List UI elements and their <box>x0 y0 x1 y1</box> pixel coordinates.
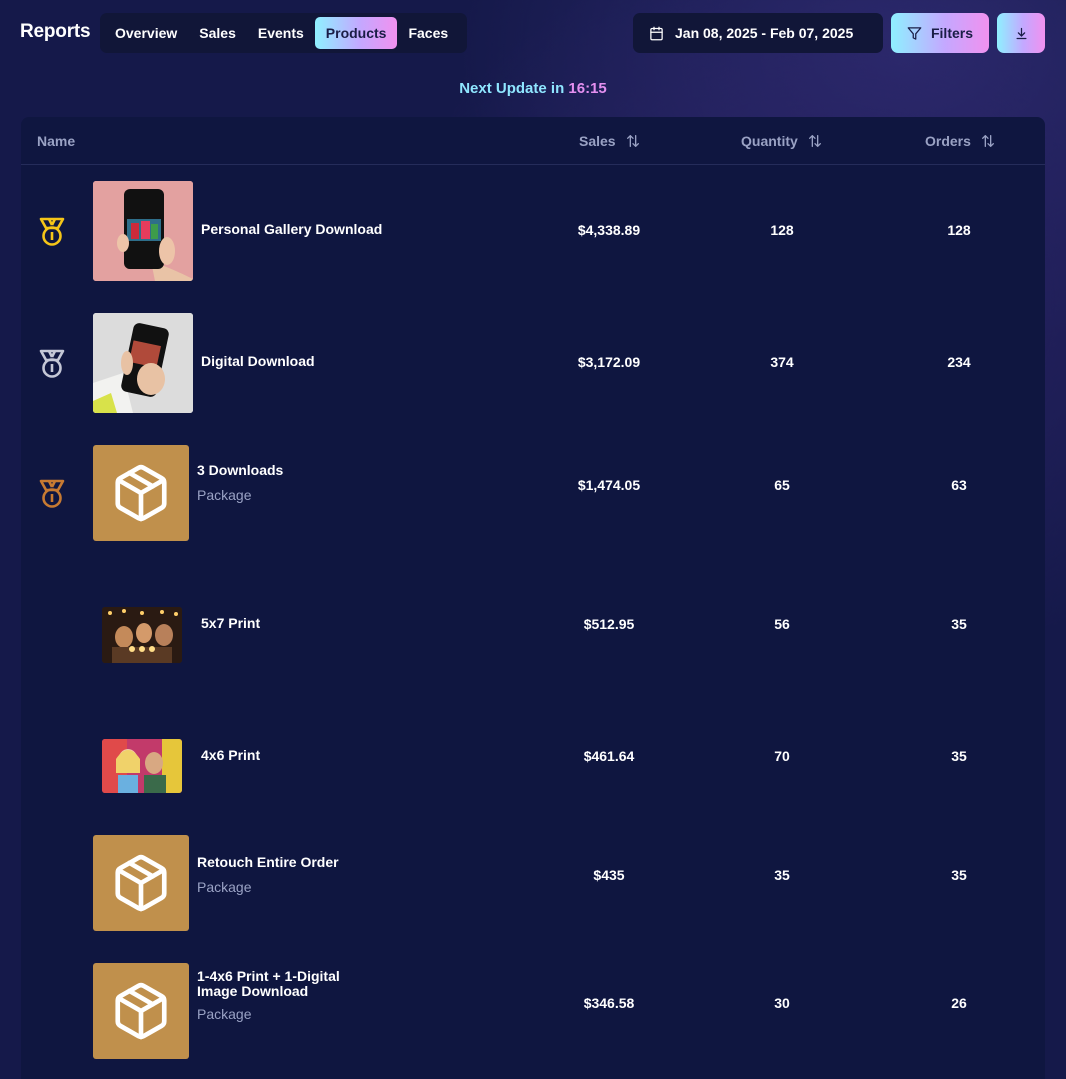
product-name: Retouch Entire Order <box>197 854 339 870</box>
tab-products[interactable]: Products <box>314 17 398 49</box>
tab-events[interactable]: Events <box>247 17 315 49</box>
silver-medal-icon <box>39 349 65 378</box>
product-thumbnail <box>93 181 193 281</box>
date-range-picker[interactable]: Jan 08, 2025 - Feb 07, 2025 <box>633 13 883 53</box>
column-sales[interactable]: Sales <box>579 133 641 149</box>
quantity-value: 374 <box>770 354 794 370</box>
sort-arrows-icon[interactable] <box>980 133 996 149</box>
package-icon <box>115 464 167 522</box>
product-thumbnail <box>93 963 189 1059</box>
page-title: Reports <box>20 21 91 42</box>
column-name-label: Name <box>37 133 76 149</box>
orders-value: 128 <box>947 222 971 238</box>
next-update-time: 16:15 <box>568 80 607 97</box>
product-thumbnail <box>93 313 193 413</box>
table-row[interactable]: 3 Downloads Package $1,474.05 65 63 <box>21 429 1045 559</box>
product-thumbnail <box>93 835 189 931</box>
product-name: Digital Download <box>201 353 315 369</box>
top-bar: Reports Overview Sales Events Products F… <box>0 0 1066 66</box>
table-row[interactable]: Digital Download $3,172.09 374 234 <box>21 297 1045 429</box>
filter-icon <box>907 26 922 40</box>
column-orders-label: Orders <box>925 133 971 149</box>
bronze-medal-icon <box>39 479 65 508</box>
table-row[interactable]: Personal Gallery Download $4,338.89 128 … <box>21 165 1045 297</box>
column-name: Name <box>37 133 75 149</box>
sort-arrows-icon[interactable] <box>807 133 823 149</box>
quantity-value: 65 <box>774 477 790 493</box>
filters-label: Filters <box>930 25 973 41</box>
product-thumbnail <box>93 445 189 541</box>
sales-value: $1,474.05 <box>577 477 641 493</box>
orders-value: 63 <box>951 477 967 493</box>
product-name: 3 Downloads <box>197 462 284 478</box>
sales-value: $461.64 <box>583 748 635 764</box>
tab-sales[interactable]: Sales <box>188 17 247 49</box>
quantity-value: 35 <box>774 867 790 883</box>
next-update-banner: Next Update in 16:15 <box>0 80 1066 97</box>
gold-medal-icon <box>39 217 65 246</box>
tab-faces[interactable]: Faces <box>397 17 459 49</box>
column-orders[interactable]: Orders <box>925 133 996 149</box>
quantity-value: 30 <box>774 995 790 1011</box>
filters-button[interactable]: Filters <box>891 13 989 53</box>
table-row[interactable]: 4x6 Print $461.64 70 35 <box>21 691 1045 821</box>
table-row[interactable]: Retouch Entire Order Package $435 35 35 <box>21 821 1045 949</box>
products-table: Name Sales Quantity Orders Personal Gall… <box>21 117 1045 1079</box>
orders-value: 26 <box>951 995 967 1011</box>
tab-overview[interactable]: Overview <box>104 17 188 49</box>
product-name: Personal Gallery Download <box>201 221 383 237</box>
orders-value: 35 <box>951 867 967 883</box>
report-tabs: Overview Sales Events Products Faces <box>100 13 467 53</box>
calendar-icon <box>650 26 663 40</box>
sales-value: $512.95 <box>583 616 635 632</box>
next-update-label: Next Update in <box>459 80 565 97</box>
package-icon <box>115 982 167 1040</box>
orders-value: 35 <box>951 616 967 632</box>
sales-value: $435 <box>593 867 625 883</box>
sales-value: $3,172.09 <box>577 354 641 370</box>
download-button[interactable] <box>997 13 1045 53</box>
quantity-value: 56 <box>774 616 790 632</box>
date-range-text: Jan 08, 2025 - Feb 07, 2025 <box>675 25 854 41</box>
orders-value: 35 <box>951 748 967 764</box>
product-subtitle: Package <box>197 1006 252 1022</box>
column-quantity-label: Quantity <box>741 133 798 149</box>
table-header: Name Sales Quantity Orders <box>21 117 1045 165</box>
package-icon <box>115 854 167 912</box>
column-sales-label: Sales <box>579 133 616 149</box>
product-thumbnail <box>102 607 182 663</box>
sales-value: $4,338.89 <box>577 222 641 238</box>
sales-value: $346.58 <box>583 995 635 1011</box>
download-icon <box>1016 27 1026 39</box>
column-quantity[interactable]: Quantity <box>741 133 823 149</box>
orders-value: 234 <box>947 354 971 370</box>
table-row[interactable]: 5x7 Print $512.95 56 35 <box>21 559 1045 691</box>
sort-arrows-icon[interactable] <box>625 133 641 149</box>
table-row[interactable]: 1-4x6 Print + 1-Digital Image Download P… <box>21 949 1045 1077</box>
product-subtitle: Package <box>197 879 252 895</box>
quantity-value: 70 <box>774 748 790 764</box>
product-name: 1-4x6 Print + 1-Digital Image Download <box>197 968 340 999</box>
product-name: 4x6 Print <box>201 747 261 763</box>
quantity-value: 128 <box>770 222 794 238</box>
product-name: 5x7 Print <box>201 615 261 631</box>
product-subtitle: Package <box>197 487 252 503</box>
product-thumbnail <box>102 739 182 793</box>
